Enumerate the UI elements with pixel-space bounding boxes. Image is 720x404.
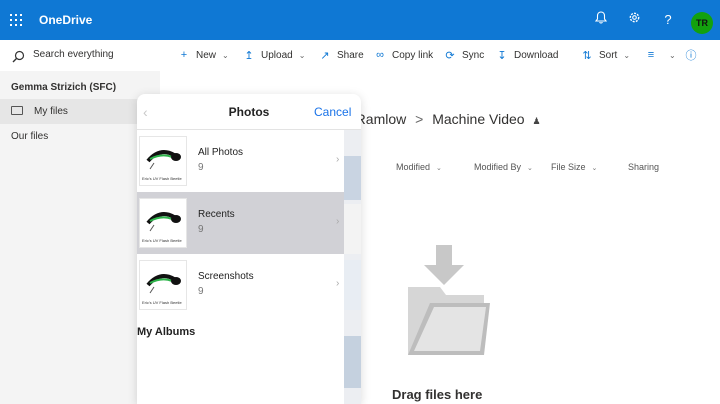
sort-button[interactable]: ⇅ Sort ⌄: [580, 48, 630, 62]
breadcrumb-separator: >: [415, 111, 424, 127]
bell-icon[interactable]: [592, 11, 610, 29]
upload-icon: ↥: [244, 49, 254, 62]
album-thumbnail: Eric's UV Flash Beetle: [139, 260, 187, 310]
folder-icon: [11, 106, 23, 115]
list-view-icon: ≡: [647, 49, 655, 61]
picker-header: ‹ Photos Cancel: [137, 94, 361, 130]
cancel-button[interactable]: Cancel: [314, 105, 351, 119]
album-row-recents[interactable]: Eric's UV Flash Beetle Recents 9 ›: [137, 192, 344, 254]
my-albums-heading: My Albums: [137, 326, 196, 338]
info-button[interactable]: ⓘ: [684, 48, 703, 62]
column-header-modified[interactable]: Modified ⌄: [396, 162, 442, 172]
chevron-down-icon: ⌄: [669, 50, 676, 60]
new-label: New: [196, 49, 217, 61]
view-options-button[interactable]: ≡ ⌄: [644, 48, 676, 62]
column-label: Modified By: [474, 162, 522, 172]
column-label: File Size: [551, 162, 586, 172]
column-label: Sharing: [628, 162, 660, 172]
new-button[interactable]: + New ⌄: [177, 48, 229, 62]
copy-link-label: Copy link: [392, 49, 434, 61]
thumbnail-caption: Eric's UV Flash Beetle: [142, 176, 182, 181]
plus-icon: +: [180, 49, 188, 61]
column-label: Modified: [396, 162, 431, 172]
breadcrumb-current: Machine Video: [432, 111, 525, 127]
preview-fragment: [344, 156, 361, 200]
sync-label: Sync: [462, 49, 485, 61]
preview-fragment: [344, 260, 361, 310]
sync-button[interactable]: ⟳ Sync: [443, 48, 484, 62]
app-title[interactable]: OneDrive: [39, 13, 92, 27]
album-count: 9: [198, 286, 204, 297]
chevron-down-icon: ⌄: [591, 165, 598, 172]
chevron-down-icon: ⌄: [222, 50, 229, 60]
info-icon: ⓘ: [685, 50, 697, 62]
album-count: 9: [198, 224, 204, 235]
search-input[interactable]: Search everything: [33, 49, 114, 60]
preview-fragment: [344, 336, 361, 388]
empty-state-message: Drag files here: [392, 387, 483, 402]
copy-link-button[interactable]: ∞ Copy link: [373, 48, 433, 62]
link-icon: ∞: [376, 49, 384, 61]
download-button[interactable]: ↧ Download: [495, 48, 558, 62]
gear-icon[interactable]: [625, 11, 643, 29]
album-thumbnail: Eric's UV Flash Beetle: [139, 198, 187, 248]
sort-icon: ⇅: [582, 49, 592, 62]
album-thumbnail: Eric's UV Flash Beetle: [139, 136, 187, 186]
search-icon: [12, 50, 25, 63]
fly-image-icon: [146, 212, 181, 232]
thumbnail-caption: Eric's UV Flash Beetle: [142, 300, 182, 305]
photos-picker: ‹ Photos Cancel Eric's UV Flash Beetle A…: [137, 94, 361, 404]
empty-folder-icon: [408, 245, 490, 355]
album-name: Recents: [198, 209, 235, 220]
chevron-down-icon: ⌄: [298, 50, 306, 60]
album-name: All Photos: [198, 147, 244, 158]
download-label: Download: [514, 49, 559, 61]
sort-label: Sort: [599, 49, 618, 61]
fly-image-icon: [146, 274, 181, 294]
breadcrumb: r. Ramlow > Machine Video ♟: [344, 111, 541, 127]
sidebar-item-my-files[interactable]: [0, 99, 160, 124]
fly-image-icon: [146, 150, 181, 170]
sidebar-item-our-files[interactable]: Our files: [11, 131, 48, 142]
suite-bar: OneDrive ? TR: [0, 0, 720, 40]
column-header-sharing[interactable]: Sharing: [628, 162, 659, 172]
chevron-down-icon: ⌄: [527, 165, 533, 172]
account-name: Gemma Strizich (SFC): [11, 82, 117, 93]
share-label: Share: [337, 49, 364, 61]
chevron-right-icon: ›: [336, 278, 340, 289]
thumbnail-caption: Eric's UV Flash Beetle: [142, 238, 182, 243]
column-header-file-size[interactable]: File Size ⌄: [551, 162, 597, 172]
download-icon: ↧: [497, 49, 507, 62]
chevron-down-icon: ⌄: [623, 50, 631, 60]
album-row-all-photos[interactable]: Eric's UV Flash Beetle All Photos 9 ›: [137, 130, 344, 192]
chevron-down-icon: ⌄: [436, 165, 442, 172]
preview-fragment: [344, 204, 361, 254]
shared-people-icon: ♟: [532, 116, 541, 126]
preview-strip: [344, 130, 361, 404]
chevron-right-icon: ›: [336, 216, 340, 227]
share-button[interactable]: ↗ Share: [318, 48, 364, 62]
sync-icon: ⟳: [445, 49, 455, 62]
chevron-right-icon: ›: [336, 154, 340, 165]
avatar[interactable]: TR: [691, 12, 713, 34]
album-name: Screenshots: [198, 271, 254, 282]
help-icon[interactable]: ?: [659, 11, 677, 29]
app-launcher-icon[interactable]: [10, 14, 22, 26]
album-row-screenshots[interactable]: Eric's UV Flash Beetle Screenshots 9 ›: [137, 254, 344, 316]
sidebar-item-label: My files: [34, 106, 68, 117]
upload-label: Upload: [261, 49, 293, 61]
upload-button[interactable]: ↥ Upload ⌄: [242, 48, 305, 62]
share-icon: ↗: [320, 49, 330, 62]
column-header-modified-by[interactable]: Modified By ⌄: [474, 162, 533, 172]
album-count: 9: [198, 162, 204, 173]
